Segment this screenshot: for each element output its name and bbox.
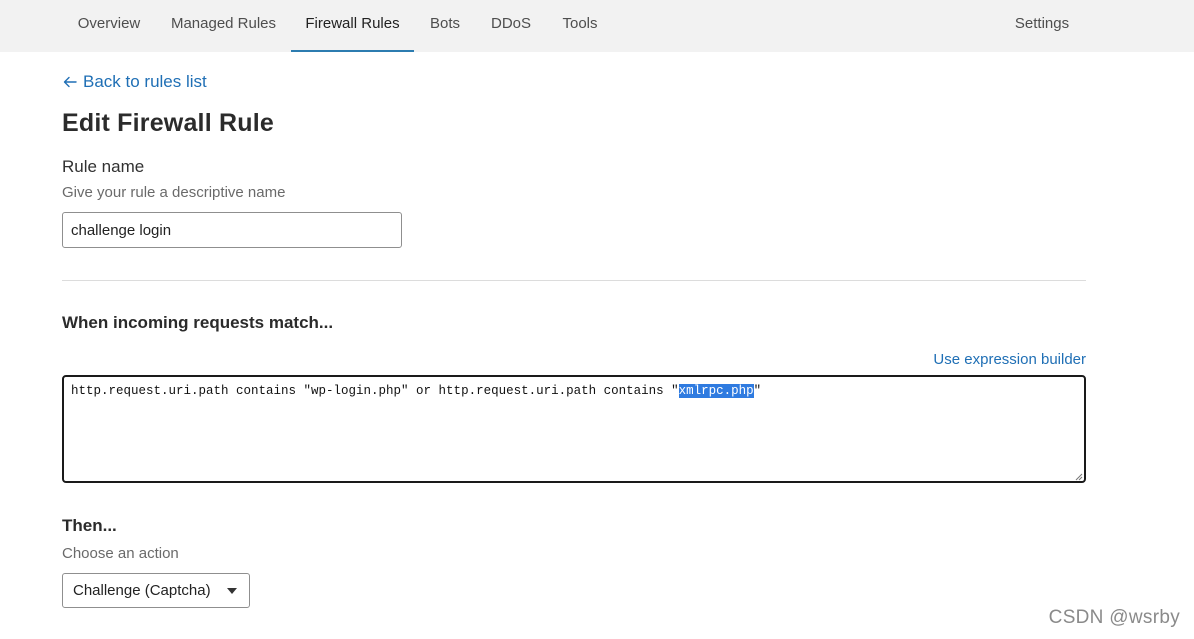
expression-text-after: " <box>753 384 762 398</box>
arrow-left-icon <box>62 74 78 90</box>
action-select[interactable]: Challenge (Captcha) <box>62 573 250 608</box>
back-link-label: Back to rules list <box>83 72 207 91</box>
tab-overview[interactable]: Overview <box>62 0 156 52</box>
watermark: CSDN @wsrby <box>1048 607 1180 628</box>
expression-builder-link[interactable]: Use expression builder <box>933 351 1086 368</box>
top-navigation: Overview Managed Rules Firewall Rules Bo… <box>0 0 1194 52</box>
section-divider <box>62 280 1086 281</box>
expression-selected-text: xmlrpc.php <box>678 384 754 398</box>
rule-name-input[interactable] <box>62 212 402 248</box>
resize-grip-icon[interactable] <box>1074 471 1083 481</box>
then-heading: Then... <box>62 516 117 535</box>
tab-firewall-rules[interactable]: Firewall Rules <box>291 0 414 52</box>
expression-editor[interactable]: http.request.uri.path contains "wp-login… <box>62 375 1086 483</box>
tab-ddos[interactable]: DDoS <box>476 0 546 52</box>
rule-name-help: Give your rule a descriptive name <box>62 184 286 201</box>
back-to-rules-link[interactable]: Back to rules list <box>62 70 207 94</box>
tab-tools[interactable]: Tools <box>546 0 614 52</box>
caret-down-icon <box>227 587 237 594</box>
tab-managed-rules[interactable]: Managed Rules <box>156 0 291 52</box>
match-heading: When incoming requests match... <box>62 313 334 332</box>
expression-text-before: http.request.uri.path contains "wp-login… <box>71 384 679 398</box>
rule-name-label: Rule name <box>62 157 145 176</box>
page-title: Edit Firewall Rule <box>62 109 274 137</box>
tab-bots[interactable]: Bots <box>414 0 476 52</box>
action-help: Choose an action <box>62 545 179 562</box>
tab-settings[interactable]: Settings <box>1000 0 1084 52</box>
action-selected-value: Challenge (Captcha) <box>73 582 211 599</box>
